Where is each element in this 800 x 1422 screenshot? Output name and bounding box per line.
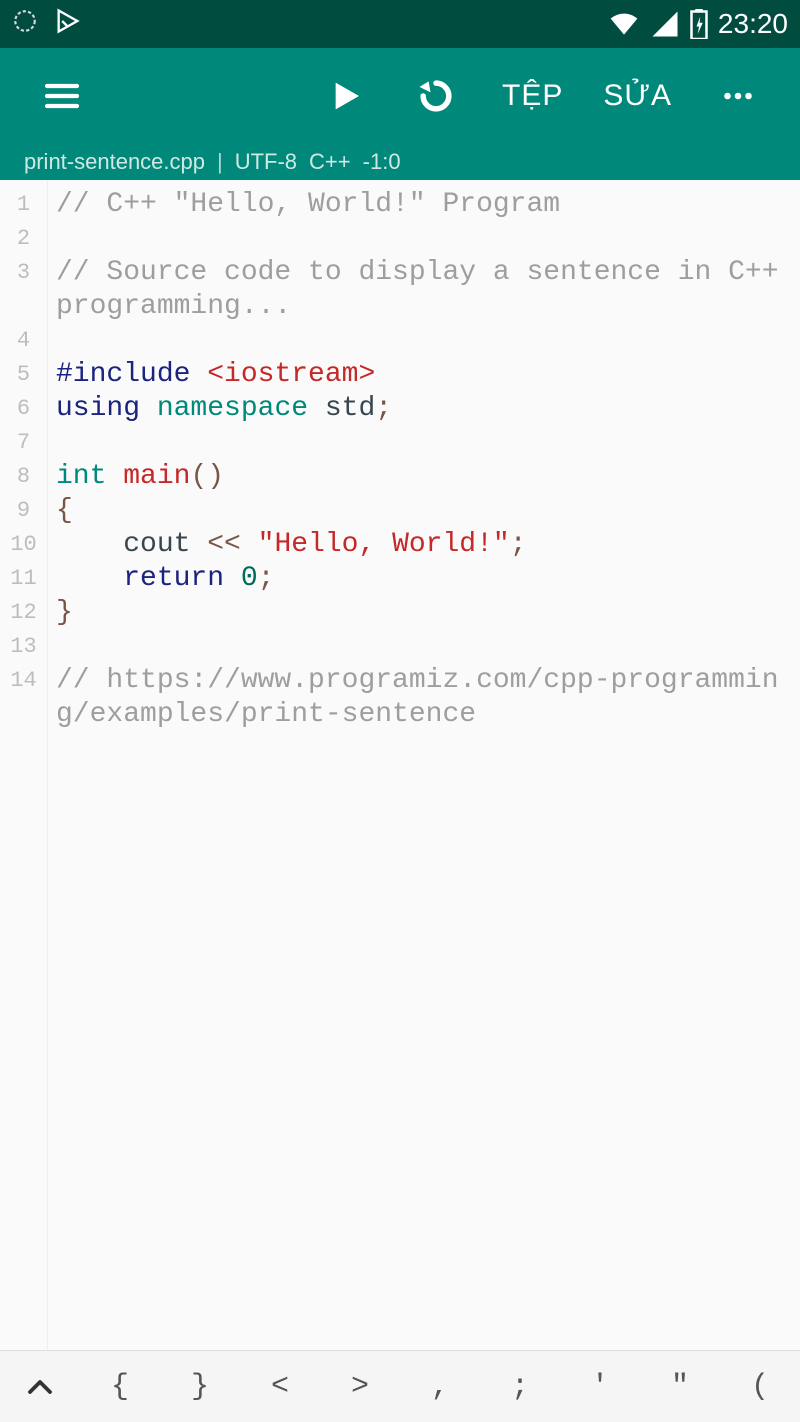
line-number-wrap xyxy=(0,290,47,324)
spinner-icon xyxy=(12,8,38,41)
symbol-key[interactable]: ' xyxy=(560,1351,640,1422)
clock-text: 23:20 xyxy=(718,8,788,40)
line-number-gutter: 1234567891011121314 xyxy=(0,180,48,1350)
filename-label: print-sentence.cpp xyxy=(24,149,205,175)
battery-charging-icon xyxy=(690,9,708,39)
symbol-bar-expand-button[interactable] xyxy=(0,1351,80,1422)
app-bar: TỆP SỬA print-sentence.cpp | UTF-8 C++ -… xyxy=(0,48,800,180)
code-line: return 0; xyxy=(56,562,794,596)
code-area[interactable]: // C++ "Hello, World!" Program // Source … xyxy=(48,180,800,1350)
undo-icon xyxy=(414,74,458,118)
code-line: cout << "Hello, World!"; xyxy=(56,528,794,562)
hamburger-icon xyxy=(42,76,82,116)
symbol-key[interactable]: " xyxy=(640,1351,720,1422)
line-number-wrap xyxy=(0,698,47,732)
cursor-pos-label: -1:0 xyxy=(363,149,401,175)
code-line xyxy=(56,426,794,460)
code-line xyxy=(56,324,794,358)
symbol-key[interactable]: } xyxy=(160,1351,240,1422)
line-number: 6 xyxy=(0,392,47,426)
code-line xyxy=(56,222,794,256)
file-menu-button[interactable]: TỆP xyxy=(486,54,579,138)
status-left xyxy=(12,7,82,42)
line-number: 3 xyxy=(0,256,47,290)
symbol-key[interactable]: < xyxy=(240,1351,320,1422)
overflow-menu-button[interactable] xyxy=(696,54,780,138)
code-line: #include <iostream> xyxy=(56,358,794,392)
line-number: 8 xyxy=(0,460,47,494)
line-number: 5 xyxy=(0,358,47,392)
line-number: 12 xyxy=(0,596,47,630)
file-info-bar: print-sentence.cpp | UTF-8 C++ -1:0 xyxy=(0,144,800,180)
line-number: 1 xyxy=(0,188,47,222)
line-number: 11 xyxy=(0,562,47,596)
line-number: 9 xyxy=(0,494,47,528)
symbol-key[interactable]: { xyxy=(80,1351,160,1422)
undo-button[interactable] xyxy=(394,54,478,138)
android-status-bar: 23:20 xyxy=(0,0,800,48)
code-line: using namespace std; xyxy=(56,392,794,426)
line-number: 2 xyxy=(0,222,47,256)
symbol-key[interactable]: ( xyxy=(720,1351,800,1422)
line-number: 10 xyxy=(0,528,47,562)
line-number: 7 xyxy=(0,426,47,460)
code-line xyxy=(56,630,794,664)
chevron-up-icon xyxy=(25,1372,55,1402)
symbol-key[interactable]: ; xyxy=(480,1351,560,1422)
code-editor[interactable]: 1234567891011121314 // C++ "Hello, World… xyxy=(0,180,800,1350)
app-bar-main: TỆP SỬA xyxy=(0,48,800,144)
hamburger-menu-button[interactable] xyxy=(20,54,104,138)
language-label: C++ xyxy=(309,149,351,175)
line-number-wrap xyxy=(0,732,47,766)
app-notif-icon xyxy=(54,7,82,42)
cell-signal-icon xyxy=(650,9,680,39)
code-line: { xyxy=(56,494,794,528)
line-number: 13 xyxy=(0,630,47,664)
line-number: 14 xyxy=(0,664,47,698)
encoding-label: UTF-8 xyxy=(235,149,297,175)
more-horizontal-icon xyxy=(720,78,756,114)
symbol-shortcut-bar: {}<>,;'"( xyxy=(0,1350,800,1422)
line-number: 4 xyxy=(0,324,47,358)
wifi-icon xyxy=(608,8,640,40)
info-separator: | xyxy=(217,149,223,175)
code-line: // C++ "Hello, World!" Program xyxy=(56,188,794,222)
symbol-key[interactable]: , xyxy=(400,1351,480,1422)
play-icon xyxy=(324,76,364,116)
code-line: // https://www.programiz.com/cpp-program… xyxy=(56,664,794,732)
code-line: } xyxy=(56,596,794,630)
status-right: 23:20 xyxy=(608,8,788,40)
code-line: // Source code to display a sentence in … xyxy=(56,256,794,324)
symbol-key[interactable]: > xyxy=(320,1351,400,1422)
edit-menu-button[interactable]: SỬA xyxy=(587,54,688,138)
run-button[interactable] xyxy=(302,54,386,138)
code-line: int main() xyxy=(56,460,794,494)
